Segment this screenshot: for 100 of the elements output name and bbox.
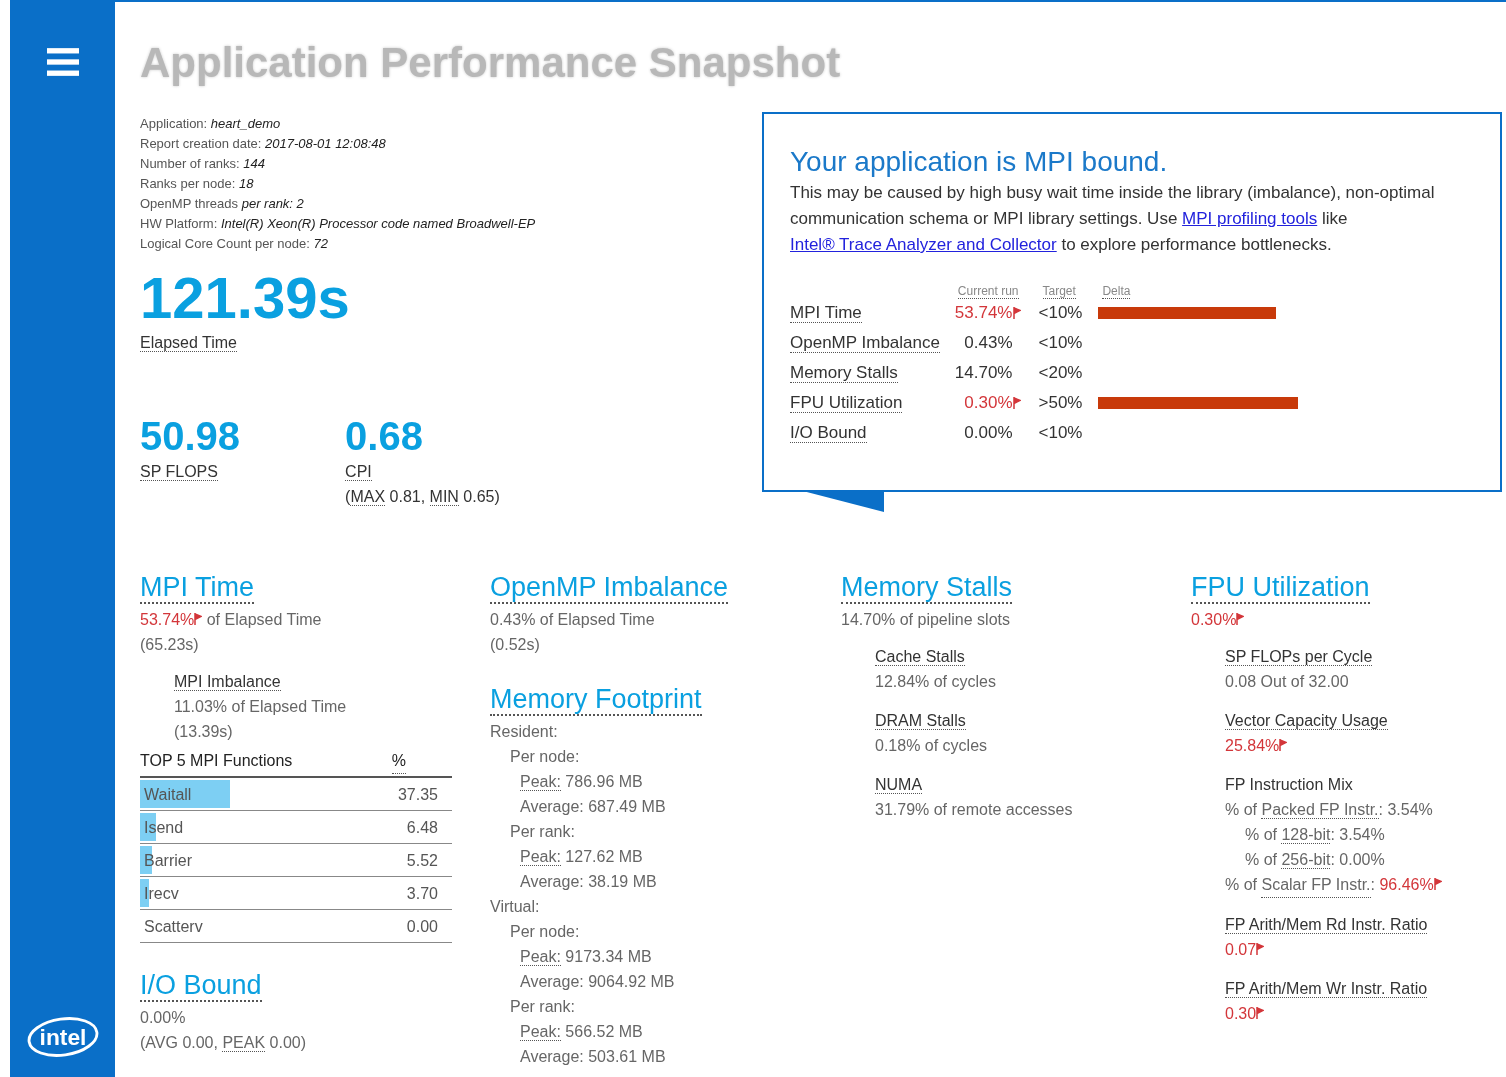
- table-cell-text: 37.35: [397, 784, 438, 805]
- elapsed-value: 121.39s: [140, 266, 351, 330]
- info-text: Application: heart_demo: [140, 116, 281, 131]
- value-text: Peak: 786.96 MB: [520, 773, 643, 791]
- current-value: 0.43%: [964, 333, 1013, 352]
- current-value: 0.00%: [964, 423, 1013, 442]
- column-header: Current run: [957, 284, 1019, 299]
- subsection-title[interactable]: FP Arith/Mem Rd Instr. Ratio: [1225, 916, 1428, 934]
- subsection-title[interactable]: NUMA: [875, 776, 923, 794]
- value-text: Per node:: [510, 923, 580, 940]
- flagged-value: 53.74%: [140, 610, 195, 630]
- value-text: of Elapsed Time: [205, 610, 322, 630]
- value-text: % of 256-bit: 0.00%: [1245, 851, 1385, 869]
- value-text: Peak: 127.62 MB: [520, 848, 643, 866]
- table-cell-text: Waitall: [143, 784, 192, 805]
- flagged-value: 0.30: [1225, 1004, 1257, 1024]
- value-text: 0.18% of cycles: [875, 737, 988, 754]
- value-text: (65.23s): [140, 636, 199, 653]
- card-title: Your application is MPI bound.: [790, 145, 1169, 179]
- info-text: Logical Core Count per node: 72: [140, 236, 328, 251]
- info-text: Report creation date: 2017-08-01 12:08:48: [140, 136, 386, 151]
- flagged-value: 25.84%: [1225, 736, 1280, 756]
- target-value: <20%: [1038, 363, 1083, 382]
- subsection-title[interactable]: Vector Capacity Usage: [1225, 712, 1388, 730]
- value-text: 0.08 Out of 32.00: [1225, 673, 1349, 690]
- subsection-title[interactable]: Cache Stalls: [875, 648, 965, 666]
- value-text: (13.39s): [174, 723, 233, 740]
- info-text: OpenMP threads per rank: 2: [140, 196, 304, 211]
- value-text: Resident:: [490, 723, 558, 740]
- column-header: Delta: [1102, 284, 1131, 299]
- flagged-value: 96.46%: [1379, 875, 1434, 895]
- info-text: Number of ranks: 144: [140, 156, 266, 171]
- value-text: Average: 503.61 MB: [520, 1048, 666, 1065]
- info-text: Ranks per node: 18: [140, 176, 254, 191]
- metric-link[interactable]: MPI Time: [790, 303, 862, 323]
- value-text: Average: 38.19 MB: [520, 873, 657, 890]
- value-text: 0.43% of Elapsed Time: [490, 611, 655, 628]
- metric-value: 50.98: [140, 413, 241, 459]
- value-text: 31.79% of remote accesses: [875, 801, 1073, 818]
- current-value: 14.70%: [954, 363, 1013, 382]
- value-text: 0.00%: [140, 1009, 186, 1026]
- flagged-value: 0.30%: [1191, 610, 1237, 630]
- table-cell-text: 6.48: [406, 817, 438, 838]
- value-text: 14.70% of pipeline slots: [841, 611, 1010, 628]
- target-value: <10%: [1038, 333, 1083, 352]
- table-cell-text: Scatterv: [143, 916, 203, 937]
- card-message: This may be caused by high busy wait time inside the library (imbalance), non-optimal communication schema or MPI library settings. Use MPI profiling tools like Intel® Trace Analyzer and Collector to explore performance bottlenecks.: [790, 182, 1436, 256]
- metric-link[interactable]: FPU Utilization: [790, 393, 903, 413]
- flag-icon: [194, 613, 203, 625]
- metric-link[interactable]: I/O Bound: [790, 423, 867, 443]
- value-text: Virtual:: [490, 898, 540, 915]
- value-text: Peak: 566.52 MB: [520, 1023, 643, 1041]
- flagged-value: 0.07: [1225, 940, 1257, 960]
- current-value: 0.30%: [964, 393, 1013, 412]
- value-text: % of 128-bit: 3.54%: [1245, 826, 1385, 844]
- target-value: <10%: [1038, 423, 1083, 442]
- column-header: Target: [1042, 284, 1076, 299]
- column-header: TOP 5 MPI Functions: [140, 751, 293, 771]
- menu-icon[interactable]: [46, 46, 79, 78]
- current-value: 53.74%: [954, 303, 1013, 322]
- column-header: %: [391, 748, 406, 774]
- value-text: :: [1370, 875, 1376, 895]
- metric-label[interactable]: CPI: [345, 463, 372, 481]
- flag-icon: [1012, 307, 1021, 319]
- target-value: <10%: [1038, 303, 1083, 322]
- metric-value: 0.68: [345, 413, 424, 459]
- value-text: Per rank:: [510, 823, 575, 840]
- value-text: 11.03% of Elapsed Time: [174, 698, 347, 715]
- help-link[interactable]: MPI profiling tools: [1182, 209, 1318, 228]
- subsection-title: FP Instruction Mix: [1225, 776, 1353, 793]
- flag-icon: [1433, 878, 1442, 890]
- flag-icon: [1236, 613, 1245, 625]
- elapsed-label[interactable]: Elapsed Time: [140, 334, 237, 352]
- metric-link[interactable]: OpenMP Imbalance: [790, 333, 940, 353]
- flag-icon: [1279, 739, 1288, 751]
- value-text: Per rank:: [510, 998, 575, 1015]
- table-cell-text: 5.52: [406, 850, 438, 871]
- value-text: % of Packed FP Instr.: 3.54%: [1225, 801, 1433, 819]
- table-cell-text: 0.00: [406, 916, 438, 937]
- metric-detail: (MAX 0.81, MIN 0.65): [345, 488, 500, 506]
- subsection-title[interactable]: MPI Imbalance: [174, 673, 281, 691]
- value-text: 12.84% of cycles: [875, 673, 996, 690]
- help-link[interactable]: Intel® Trace Analyzer and Collector: [790, 235, 1057, 254]
- value-text: Average: 687.49 MB: [520, 798, 666, 815]
- flag-icon: [1256, 943, 1265, 955]
- flag-icon: [1012, 397, 1021, 409]
- value-text: Peak: 9173.34 MB: [520, 948, 652, 966]
- metric-label[interactable]: SP FLOPS: [140, 463, 218, 481]
- info-text: HW Platform: Intel(R) Xeon(R) Processor code named Broadwell-EP: [140, 216, 536, 231]
- value-text: Average: 9064.92 MB: [520, 973, 675, 990]
- metric-link[interactable]: Memory Stalls: [790, 363, 898, 383]
- flag-icon: [1256, 1007, 1265, 1019]
- subsection-title[interactable]: DRAM Stalls: [875, 712, 966, 730]
- table-cell-text: 3.70: [406, 883, 438, 904]
- value-text: Per node:: [510, 748, 580, 765]
- value-text: % of: [1225, 875, 1258, 895]
- subsection-title[interactable]: SP FLOPs per Cycle: [1225, 648, 1373, 666]
- subsection-title[interactable]: FP Arith/Mem Wr Instr. Ratio: [1225, 980, 1428, 998]
- page-title: Application Performance Snapshot: [140, 38, 841, 88]
- target-value: >50%: [1038, 393, 1083, 412]
